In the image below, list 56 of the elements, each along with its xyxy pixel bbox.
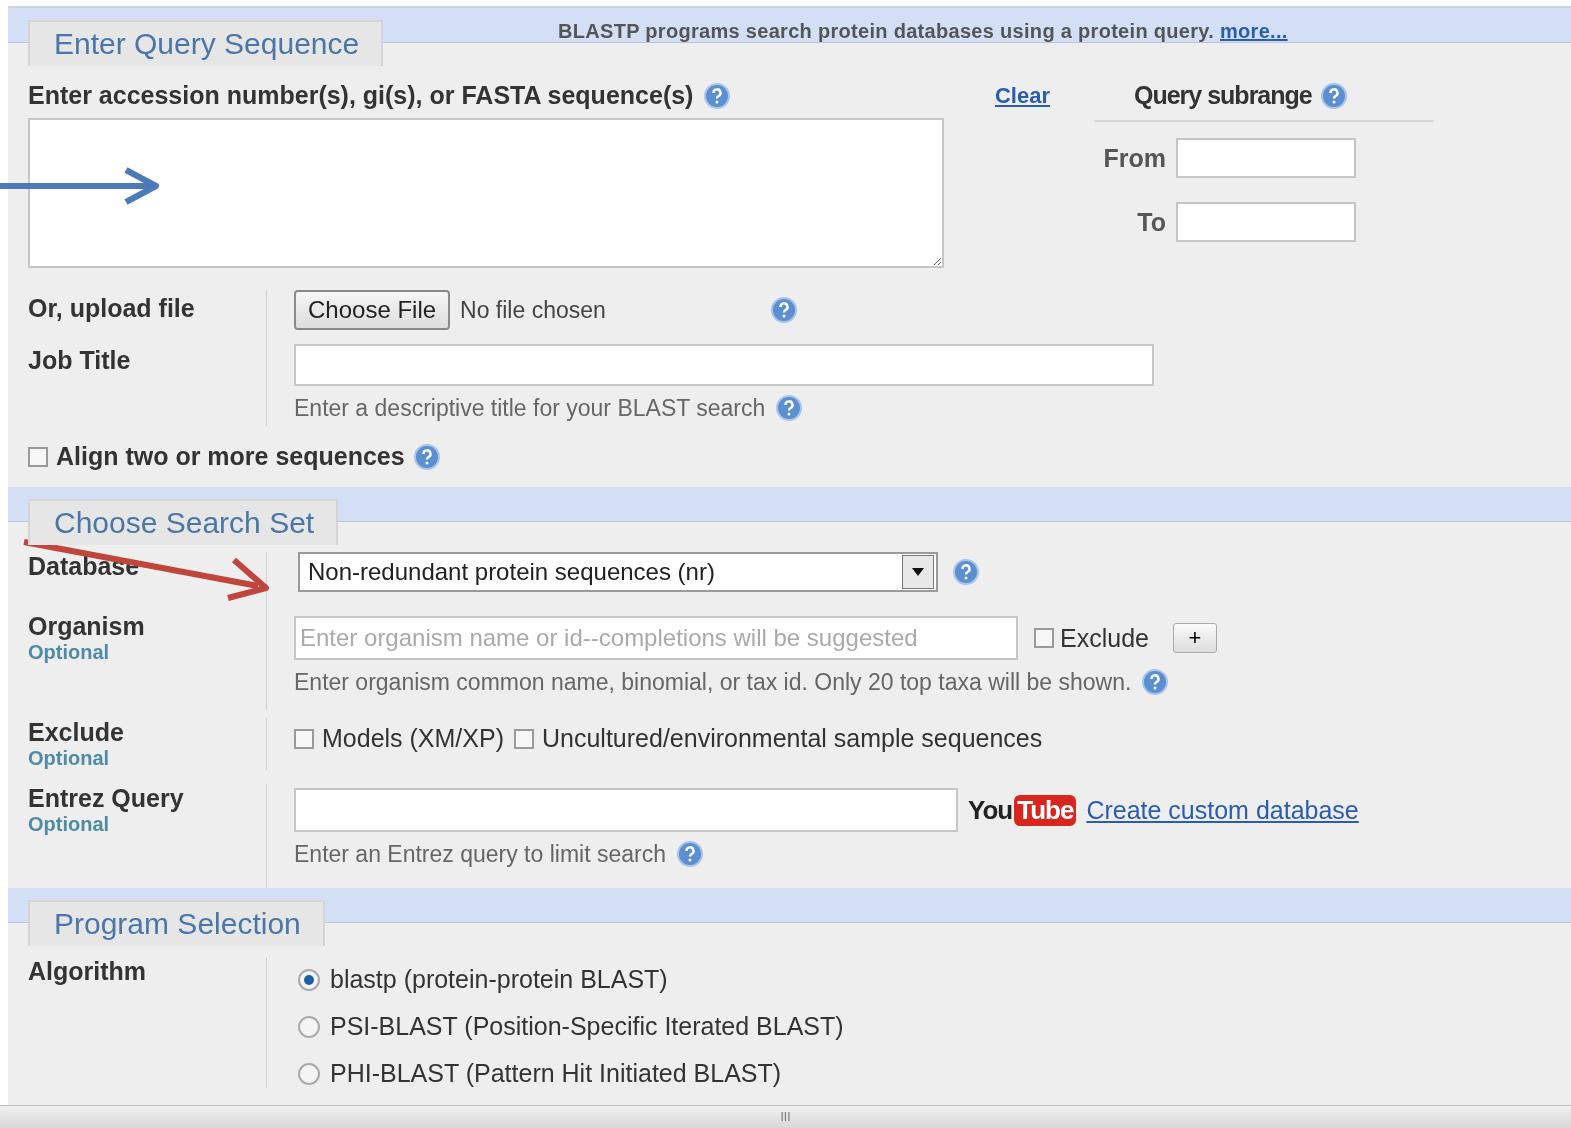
job-title-label: Job Title [28, 346, 132, 375]
exclude-option-label: Exclude [1060, 623, 1149, 653]
optional-label: Optional [28, 747, 111, 770]
exclude-label: Exclude [28, 718, 125, 747]
align-label: Align two or more sequences [56, 442, 405, 471]
algorithm-radio[interactable] [298, 968, 320, 991]
help-icon[interactable] [412, 442, 441, 471]
from-input[interactable] [1176, 138, 1356, 178]
add-organism-button[interactable]: + [1172, 623, 1217, 653]
help-icon[interactable] [703, 81, 732, 110]
help-icon[interactable] [775, 394, 804, 422]
help-icon[interactable] [676, 840, 704, 868]
job-title-input[interactable] [294, 344, 1154, 386]
algorithm-label: PHI-BLAST (Pattern Hit Initiated BLAST) [330, 1059, 782, 1088]
exclude-option-label: Models (XM/XP) [322, 724, 504, 753]
algorithm-label: Algorithm [28, 957, 148, 986]
file-status: No file chosen [460, 296, 607, 324]
entrez-label: Entrez Query [28, 784, 185, 813]
entrez-hint: Enter an Entrez query to limit search [294, 840, 666, 868]
algorithm-radio[interactable] [298, 1062, 320, 1085]
help-icon[interactable] [952, 558, 980, 586]
organism-hint: Enter organism common name, binomial, or tax id. Only 20 top taxa will be shown. [294, 668, 1132, 696]
choose-file-button[interactable]: Choose File [294, 290, 451, 330]
sequence-input[interactable] [28, 118, 944, 268]
algorithm-radio[interactable] [298, 1015, 320, 1038]
entrez-input[interactable] [294, 788, 958, 832]
algorithm-label: blastp (protein-protein BLAST) [330, 965, 668, 994]
optional-label: Optional [28, 813, 111, 836]
exclude-checkbox[interactable] [514, 728, 534, 749]
database-label: Database [28, 552, 141, 581]
algorithm-label: PSI-BLAST (Position-Specific Iterated BLAST) [330, 1012, 844, 1041]
scrollbar-grip[interactable]: III [780, 1106, 791, 1128]
job-title-hint: Enter a descriptive title for your BLAST search [294, 394, 766, 422]
exclude-checkbox[interactable] [294, 728, 314, 749]
upload-label: Or, upload file [28, 294, 196, 323]
to-label: To [1136, 207, 1166, 237]
database-select[interactable]: Non-redundant protein sequences (nr) [298, 552, 938, 592]
dropdown-icon [911, 567, 925, 577]
from-label: From [1102, 143, 1166, 173]
subrange-title: Query subrange [1134, 81, 1312, 110]
clear-link[interactable]: Clear [994, 82, 1050, 109]
exclude-checkbox[interactable] [1034, 628, 1054, 648]
optional-label: Optional [28, 641, 111, 664]
exclude-option-label: Uncultured/environmental sample sequences [542, 724, 1043, 753]
more-link[interactable]: more... [1219, 20, 1288, 42]
help-icon[interactable] [770, 296, 799, 324]
align-checkbox[interactable] [28, 446, 48, 467]
organism-input[interactable]: Enter organism name or id--completions will be suggested [294, 616, 1018, 660]
help-icon[interactable] [1141, 668, 1170, 696]
horizontal-scrollbar[interactable]: III [0, 1105, 1571, 1128]
organism-label: Organism [28, 612, 146, 641]
custom-database-link[interactable]: Create custom database [1086, 795, 1359, 825]
sequence-label: Enter accession number(s), gi(s), or FASTA sequence(s) [28, 81, 694, 110]
help-icon[interactable] [1319, 81, 1348, 110]
notice-text: BLASTP programs search protein databases using a protein query. more... [558, 20, 1288, 43]
to-input[interactable] [1176, 202, 1356, 242]
